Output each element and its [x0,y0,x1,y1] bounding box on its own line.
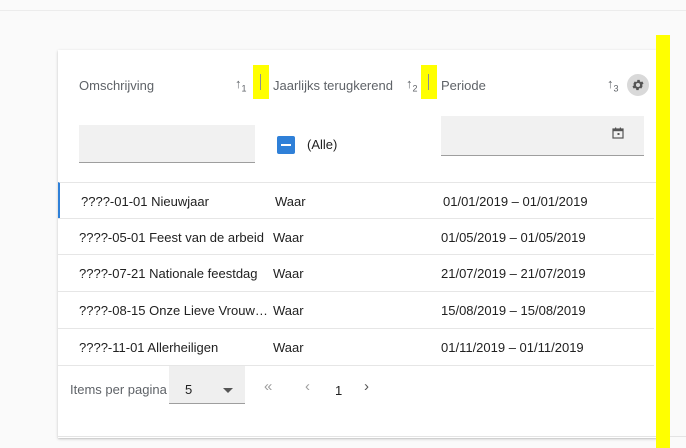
column-header-periode[interactable]: Periode [441,78,486,93]
column-header-jaarlijks[interactable]: Jaarlijks terugkerend [273,78,393,93]
cell-terugkerend: Waar [273,340,304,355]
cell-terugkerend: Waar [273,230,304,245]
cell-omschrijving: ????-07-21 Nationale feestdag [79,266,258,281]
cell-omschrijving: ????-01-01 Nieuwjaar [81,194,209,209]
settings-button[interactable] [627,74,649,96]
first-page-button[interactable]: « [264,378,272,395]
sort-icon[interactable]: ↑2 [406,76,418,94]
cell-terugkerend: Waar [275,194,306,209]
bottom-divider [58,436,686,437]
column-header-omschrijving[interactable]: Omschrijving [79,78,154,93]
cell-terugkerend: Waar [273,266,304,281]
cell-omschrijving: ????-08-15 Onze Lieve Vrouw… [79,303,268,318]
page-size-value: 5 [185,382,193,397]
cell-omschrijving: ????-05-01 Feest van de arbeid [79,230,265,245]
alle-checkbox[interactable] [277,136,295,154]
sort-icon[interactable]: ↑3 [607,76,619,94]
alle-label: (Alle) [307,137,338,152]
sort-index: 3 [613,83,619,94]
page-size-select[interactable]: 5 [169,366,245,404]
cell-periode: 01/11/2019 – 01/11/2019 [441,340,584,355]
cell-periode: 01/01/2019 – 01/01/2019 [443,194,588,209]
calendar-icon[interactable] [612,127,624,139]
column-resize-handle[interactable] [421,65,437,99]
table-row[interactable]: ????-07-21 Nationale feestdag Waar 21/07… [58,254,654,291]
table-row[interactable]: ????-11-01 Allerheiligen Waar 01/11/2019… [58,328,654,366]
sort-index: 1 [241,83,247,94]
table-row[interactable]: ????-05-01 Feest van de arbeid Waar 01/0… [58,218,654,255]
cell-terugkerend: Waar [273,303,304,318]
gear-icon [632,79,644,91]
cell-periode: 01/05/2019 – 01/05/2019 [441,230,586,245]
next-page-button[interactable]: › [364,378,369,395]
highlight-bar [656,35,670,448]
chevron-down-icon [223,388,233,393]
table-row[interactable]: ????-01-01 Nieuwjaar Waar 01/01/2019 – 0… [58,182,656,219]
omschrijving-filter-input[interactable] [79,125,255,163]
cell-periode: 21/07/2019 – 21/07/2019 [441,266,586,281]
table-row[interactable]: ????-08-15 Onze Lieve Vrouw… Waar 15/08/… [58,291,654,328]
cell-periode: 15/08/2019 – 15/08/2019 [441,303,586,318]
sort-index: 2 [412,83,418,94]
top-divider [0,10,686,11]
prev-page-button[interactable]: ‹ [305,378,310,395]
column-resize-handle[interactable] [253,65,269,99]
sort-icon[interactable]: ↑1 [235,76,247,94]
cell-omschrijving: ????-11-01 Allerheiligen [79,340,219,355]
items-per-page-label: Items per pagina [70,382,167,397]
current-page-number[interactable]: 1 [335,383,342,398]
